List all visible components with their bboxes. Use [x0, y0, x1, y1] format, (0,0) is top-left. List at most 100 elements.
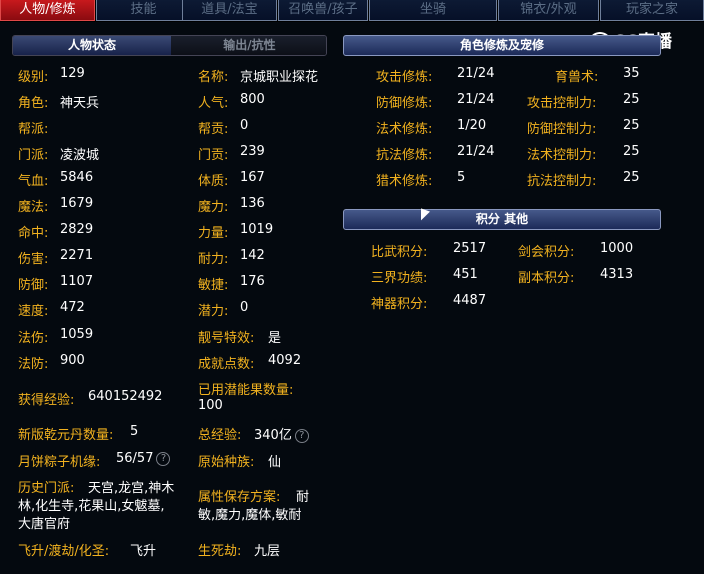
life-death-trial-label: 生死劫: — [198, 544, 242, 559]
tab-mounts[interactable]: 坐骑 — [369, 0, 497, 21]
arena-score-label: 比武积分: — [371, 245, 428, 260]
original-race-value: 仙 — [268, 455, 282, 470]
role-value: 神天兵 — [60, 96, 100, 111]
attack-cultivation-value: 21/24 — [457, 66, 495, 81]
resist-cultivation-label: 抗法修炼: — [376, 148, 433, 163]
tab-summons-children[interactable]: 召唤兽/孩子 — [278, 0, 368, 21]
attribute-save-value-line1: 耐 — [296, 490, 310, 505]
spell-control-value: 25 — [623, 144, 640, 159]
speed-value: 472 — [60, 300, 85, 315]
total-exp-value: 340亿? — [254, 424, 309, 443]
defense-value: 1107 — [60, 274, 94, 289]
qianyuan-pill-value: 5 — [130, 424, 139, 439]
tab-output-resistance[interactable]: 输出/抗性 — [171, 36, 326, 55]
popularity-value: 800 — [240, 92, 265, 107]
ascension-value: 飞升 — [130, 544, 157, 559]
tab-skills[interactable]: 技能 — [96, 0, 191, 21]
sect-label: 门派: — [18, 148, 49, 163]
tab-outfit-appearance[interactable]: 锦衣/外观 — [498, 0, 599, 21]
beast-training-value: 35 — [623, 66, 640, 81]
defense-cultivation-value: 21/24 — [457, 92, 495, 107]
left-section-header: 人物状态 输出/抗性 — [12, 35, 327, 56]
hp-label: 气血: — [18, 174, 49, 189]
attribute-save-value-line2: 敏,魔力,魔体,敏耐 — [198, 508, 302, 523]
magic-power-value: 136 — [240, 196, 265, 211]
beast-training-label: 育兽术: — [555, 70, 599, 85]
attack-cultivation-label: 攻击修炼: — [376, 70, 433, 85]
help-icon[interactable]: ? — [156, 451, 171, 466]
dungeon-score-label: 副本积分: — [518, 271, 575, 286]
tab-player-home[interactable]: 玩家之家 — [600, 0, 704, 21]
tab-character-status[interactable]: 人物状态 — [13, 36, 171, 55]
total-exp-label: 总经验: — [198, 428, 242, 443]
defense-label: 防御: — [18, 278, 49, 293]
spell-control-label: 法术控制力: — [527, 148, 597, 163]
guild-contribution-value: 0 — [240, 118, 249, 133]
tab-items-treasure[interactable]: 道具/法宝 — [182, 0, 277, 21]
three-realms-merit-label: 三界功绩: — [371, 271, 428, 286]
level-label: 级别: — [18, 70, 49, 85]
magic-damage-label: 法伤: — [18, 331, 49, 346]
attribute-save-label: 属性保存方案: — [198, 490, 281, 505]
constitution-value: 167 — [240, 170, 265, 185]
tab-character-cultivation[interactable]: 人物/修炼 — [0, 0, 95, 21]
top-tab-bar: 人物/修炼 技能 道具/法宝 召唤兽/孩子 坐骑 锦衣/外观 玩家之家 — [0, 0, 704, 22]
spell-cultivation-value: 1/20 — [457, 118, 487, 133]
damage-label: 伤害: — [18, 252, 49, 267]
arena-score-value: 2517 — [453, 241, 487, 256]
level-value: 129 — [60, 66, 85, 81]
resist-control-value: 25 — [623, 170, 640, 185]
sword-meet-score-label: 剑会积分: — [518, 245, 575, 260]
score-header: 积分 其他 — [343, 209, 661, 230]
attack-control-label: 攻击控制力: — [527, 96, 597, 111]
accuracy-value: 2829 — [60, 222, 94, 237]
potential-value: 0 — [240, 300, 249, 315]
history-sect-value-line2: 林,化生寺,花果山,女魃墓, — [18, 499, 165, 514]
sect-contribution-value: 239 — [240, 144, 265, 159]
role-label: 角色: — [18, 96, 49, 111]
artifact-score-label: 神器积分: — [371, 297, 428, 312]
potential-label: 潜力: — [198, 304, 229, 319]
cultivation-header: 角色修炼及宠修 — [343, 35, 661, 56]
help-icon[interactable]: ? — [294, 428, 309, 443]
endurance-label: 耐力: — [198, 252, 229, 267]
damage-value: 2271 — [60, 248, 94, 263]
original-race-label: 原始种族: — [198, 455, 255, 470]
agility-label: 敏捷: — [198, 278, 229, 293]
vanity-id-effect-value: 是 — [268, 331, 282, 346]
qianyuan-pill-label: 新版乾元丹数量: — [18, 428, 114, 443]
endurance-value: 142 — [240, 248, 265, 263]
potential-fruit-value: 100 — [198, 398, 223, 413]
history-sect-label: 历史门派: — [18, 481, 75, 496]
hunting-cultivation-value: 5 — [457, 170, 466, 185]
defense-control-value: 25 — [623, 118, 640, 133]
hp-value: 5846 — [60, 170, 94, 185]
strength-label: 力量: — [198, 226, 229, 241]
guild-contribution-label: 帮贡: — [198, 122, 229, 137]
artifact-score-value: 4487 — [453, 293, 487, 308]
magic-power-label: 魔力: — [198, 200, 229, 215]
vanity-id-effect-label: 靓号特效: — [198, 331, 255, 346]
mooncake-value: 56/57? — [116, 451, 171, 466]
name-label: 名称: — [198, 70, 229, 85]
resist-cultivation-value: 21/24 — [457, 144, 495, 159]
constitution-label: 体质: — [198, 174, 229, 189]
magic-defense-label: 法防: — [18, 357, 49, 372]
gained-exp-label: 获得经验: — [18, 393, 75, 408]
attack-control-value: 25 — [623, 92, 640, 107]
potential-fruit-label: 已用潜能果数量: — [198, 383, 294, 398]
mp-label: 魔法: — [18, 200, 49, 215]
history-sect-value-line1: 天宫,龙宫,神木 — [88, 481, 175, 496]
life-death-trial-value: 九层 — [254, 544, 281, 559]
spell-cultivation-label: 法术修炼: — [376, 122, 433, 137]
magic-defense-value: 900 — [60, 353, 85, 368]
name-value: 京城职业探花 — [240, 70, 319, 85]
strength-value: 1019 — [240, 222, 274, 237]
ascension-label: 飞升/渡劫/化圣: — [18, 544, 110, 559]
defense-control-label: 防御控制力: — [527, 122, 597, 137]
sect-value: 凌波城 — [60, 148, 100, 163]
gained-exp-value: 640152492 — [88, 389, 163, 404]
magic-damage-value: 1059 — [60, 327, 94, 342]
dungeon-score-value: 4313 — [600, 267, 634, 282]
achievement-points-label: 成就点数: — [198, 357, 255, 372]
